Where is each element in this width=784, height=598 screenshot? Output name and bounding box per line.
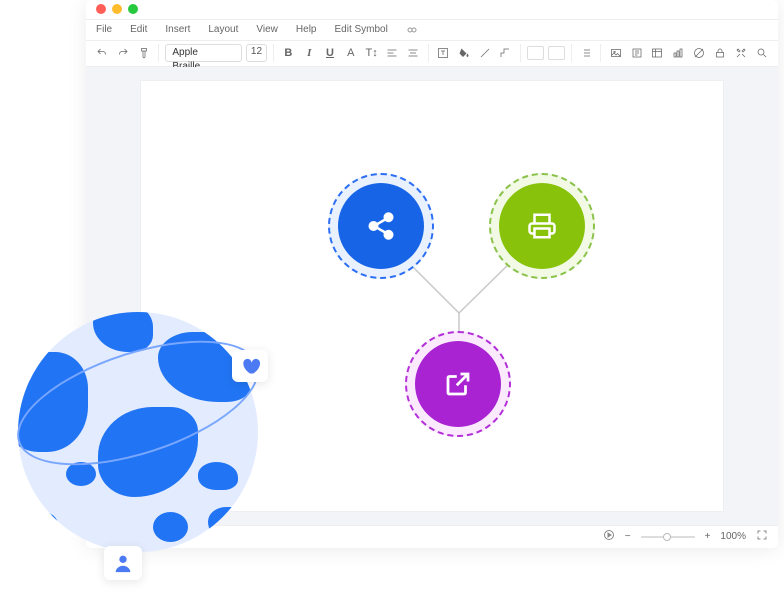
menu-layout[interactable]: Layout [208,24,238,35]
line-tool-button[interactable] [476,44,493,62]
note-button[interactable] [628,44,645,62]
image-button[interactable] [607,44,624,62]
printer-icon [527,211,557,241]
format-painter-button[interactable] [136,44,153,62]
align-center-button[interactable] [405,44,422,62]
connector-tool-button[interactable] [497,44,514,62]
tools-button[interactable] [732,44,749,62]
menu-view[interactable]: View [256,24,278,35]
text-box-button[interactable] [435,44,452,62]
zoom-in-button[interactable]: + [705,531,711,542]
globe-illustration [0,300,290,590]
zoom-slider[interactable] [641,536,695,538]
heart-badge [232,350,268,382]
menu-file[interactable]: File [96,24,112,35]
align-left-button[interactable] [384,44,401,62]
user-icon [112,552,134,574]
list-button[interactable] [578,44,595,62]
search-button[interactable] [753,44,770,62]
share-icon [366,211,396,241]
symbol-settings-icon[interactable] [406,24,418,36]
lock-button[interactable] [711,44,728,62]
menubar: File Edit Insert Layout View Help Edit S… [86,20,778,40]
window-minimize-icon[interactable] [112,4,122,14]
font-size-input[interactable]: 12 [246,44,267,62]
menu-insert[interactable]: Insert [165,24,190,35]
chart-button[interactable] [670,44,687,62]
menu-help[interactable]: Help [296,24,317,35]
fullscreen-button[interactable] [756,529,768,544]
zoom-level[interactable]: 100% [720,531,746,542]
underline-button[interactable]: U [322,44,339,62]
titlebar [86,0,778,20]
window-maximize-icon[interactable] [128,4,138,14]
table-button[interactable] [649,44,666,62]
open-external-icon [443,369,473,399]
redo-button[interactable] [115,44,132,62]
bold-button[interactable]: B [280,44,297,62]
zoom-out-button[interactable]: − [625,531,631,542]
toolbar: Apple Braille 12 B I U A T↕ [86,40,778,67]
fill-swatch[interactable] [527,46,544,60]
font-family-select[interactable]: Apple Braille [165,44,241,62]
user-badge [104,546,142,580]
menu-edit[interactable]: Edit [130,24,147,35]
menu-edit-symbol[interactable]: Edit Symbol [334,24,387,35]
heart-icon [240,356,260,376]
text-height-button[interactable]: T↕ [363,44,380,62]
presentation-mode-button[interactable] [603,529,615,544]
open-external-node[interactable] [415,341,501,427]
printer-node[interactable] [499,183,585,269]
share-node[interactable] [338,183,424,269]
hyperlink-button[interactable] [691,44,708,62]
window-close-icon[interactable] [96,4,106,14]
stroke-swatch[interactable] [548,46,565,60]
font-color-button[interactable]: A [342,44,359,62]
italic-button[interactable]: I [301,44,318,62]
undo-button[interactable] [94,44,111,62]
fill-color-button[interactable] [455,44,472,62]
